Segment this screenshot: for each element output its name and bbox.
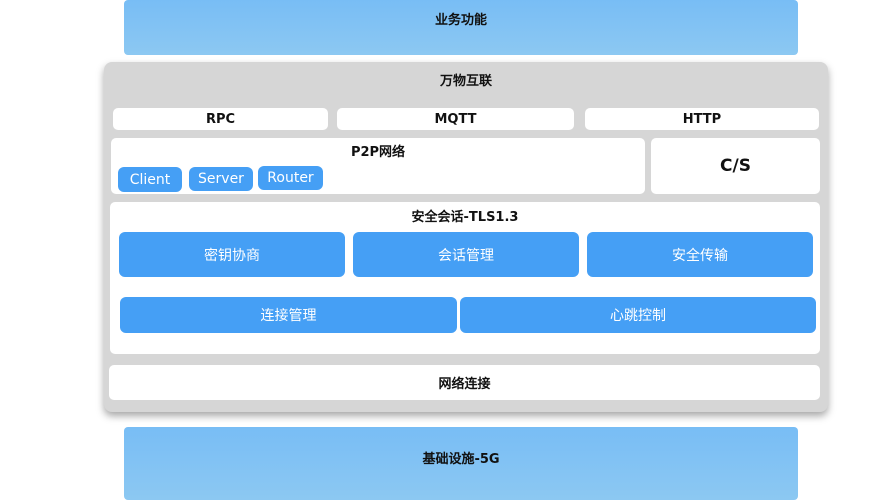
network-connection: 网络连接	[109, 365, 820, 400]
role-router: Router	[258, 166, 323, 190]
heartbeat-control: 心跳控制	[460, 297, 816, 333]
business-layer-label: 业务功能	[434, 13, 487, 28]
infrastructure-label: 基础设施-5G	[422, 452, 500, 467]
tls-title: 安全会话-TLS1.3	[411, 209, 519, 225]
protocol-http: HTTP	[585, 108, 819, 130]
session-management: 会话管理	[353, 232, 579, 277]
business-layer: 业务功能	[124, 0, 798, 55]
p2p-title: P2P网络	[350, 144, 406, 160]
connection-management: 连接管理	[120, 297, 457, 333]
key-negotiation: 密钥协商	[119, 232, 345, 277]
secure-transport: 安全传输	[587, 232, 813, 277]
cs-box: C/S	[651, 138, 820, 194]
protocol-rpc: RPC	[113, 108, 328, 130]
role-client: Client	[118, 167, 182, 192]
role-server: Server	[189, 167, 253, 191]
protocol-mqtt: MQTT	[337, 108, 574, 130]
infrastructure-layer: 基础设施-5G	[124, 427, 798, 500]
iot-title: 万物互联	[439, 73, 492, 89]
